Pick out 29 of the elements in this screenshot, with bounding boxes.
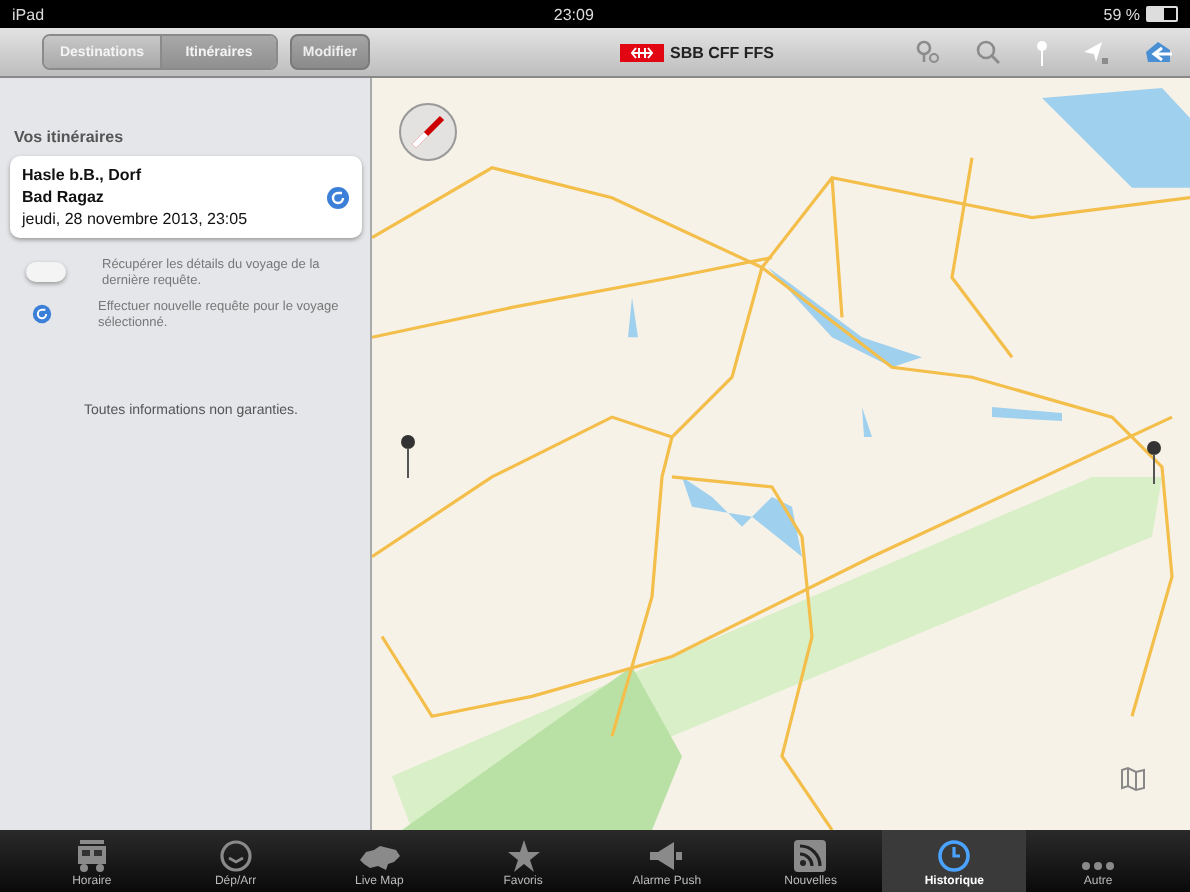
country-map-icon [357,844,402,872]
more-icon [1080,860,1117,872]
battery-icon [1146,6,1178,22]
logo-text: SBB CFF FFS [670,43,774,61]
clock-icon [938,840,971,872]
pins-icon[interactable] [916,40,940,64]
departure-station: Hasle b.B., Dorf [22,166,144,184]
device-name: iPad [12,5,45,23]
arrival-station: Bad Ragaz [22,188,106,206]
battery-percentage: 59 % [1103,5,1140,23]
folded-map-icon[interactable] [1120,766,1146,792]
star-icon [507,840,540,872]
location-arrow-icon[interactable] [1084,41,1108,63]
search-icon[interactable] [976,40,1000,64]
clock-time: 23:09 [553,5,594,23]
clock-icon [219,840,252,872]
itinerary-card[interactable]: Hasle b.B., Dorf Bad Ragaz jeudi, 28 novembre 2013, 23:05 [10,156,362,238]
compass-icon[interactable] [398,102,458,162]
route-icon[interactable] [1144,40,1174,64]
map-pin-icon[interactable] [398,434,418,478]
toggle-switch[interactable] [26,262,66,282]
map-pin-icon[interactable] [1144,440,1164,484]
section-title: Vos itinéraires [14,128,126,146]
refresh-icon[interactable] [326,185,350,209]
rss-icon [794,840,827,872]
megaphone-icon [646,840,687,872]
refresh-icon [32,303,52,324]
trip-datetime: jeudi, 28 novembre 2013, 23:05 [22,210,248,228]
pin-icon[interactable] [1036,39,1048,65]
